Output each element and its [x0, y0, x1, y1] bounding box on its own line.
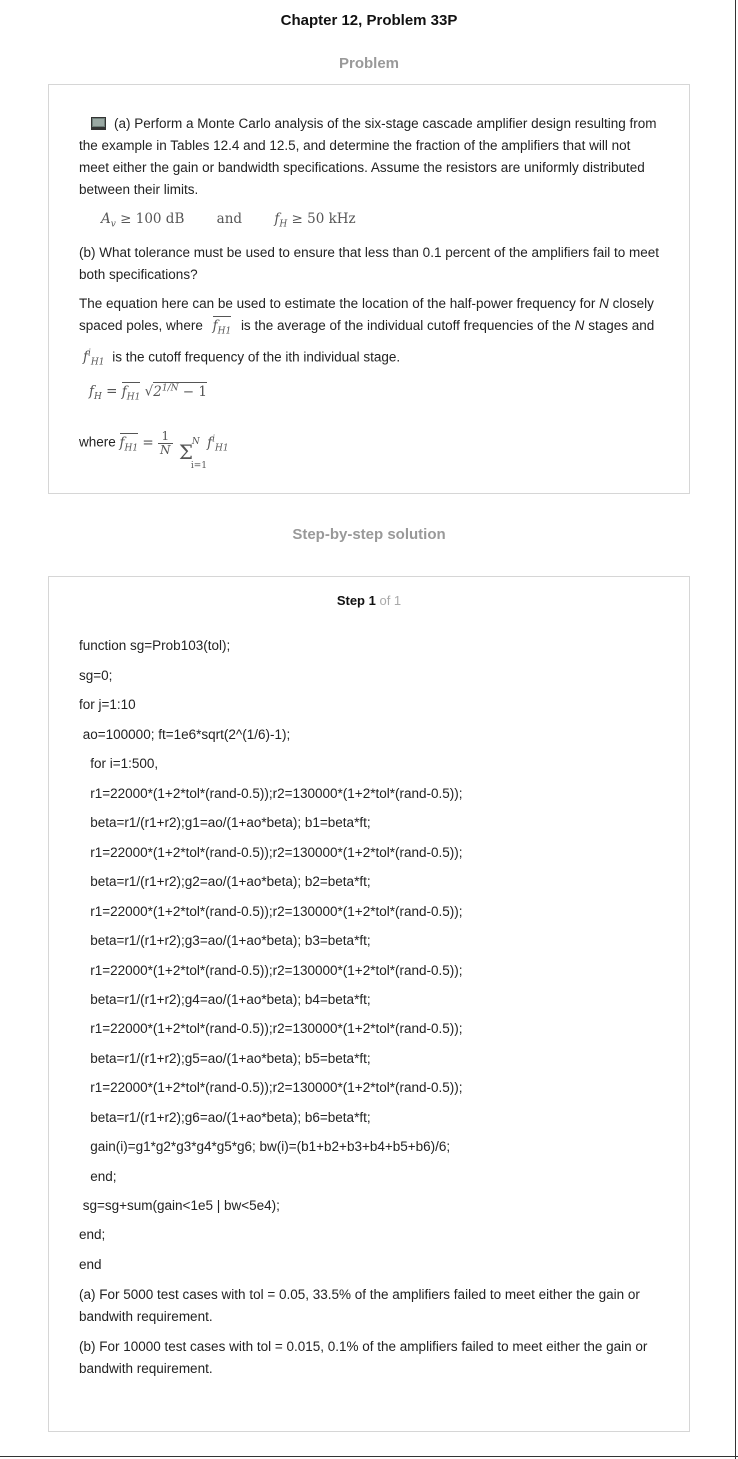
solution-section-label: Step-by-step solution — [292, 526, 446, 543]
code-line: beta=r1/(r1+r2);g3=ao/(1+ao*beta); b3=be… — [79, 933, 371, 948]
eq-intro-n2: N — [574, 318, 585, 333]
code-line: for i=1:500, — [79, 756, 159, 771]
code-line: gain(i)=g1*g2*g3*g4*g5*g6; bw(i)=(b1+b2+… — [79, 1139, 451, 1154]
code-line: beta=r1/(r1+r2);g1=ao/(1+ao*beta); b1=be… — [79, 815, 371, 830]
code-line: r1=22000*(1+2*tol*(rand-0.5));r2=130000*… — [79, 786, 463, 801]
solution-box: Step 1 of 1 function sg=Prob103(tol); sg… — [48, 576, 690, 1432]
eq-intro-part4: stages and — [588, 318, 655, 333]
average-formula: fH1 = 1N Σ Ni=1 fiH1 — [119, 428, 229, 471]
code-line: for j=1:10 — [79, 697, 136, 712]
code-line: beta=r1/(r1+r2);g5=ao/(1+ao*beta); b5=be… — [79, 1051, 371, 1066]
where-label: where — [79, 434, 116, 450]
problem-part-a-text: (a) Perform a Monte Carlo analysis of th… — [79, 116, 657, 197]
gain-spec-value: 100 dB — [135, 211, 185, 227]
code-line: beta=r1/(r1+r2);g4=ao/(1+ao*beta); b4=be… — [79, 992, 371, 1007]
eq-intro-part3: is the average of the individual cutoff … — [240, 318, 571, 333]
code-line: r1=22000*(1+2*tol*(rand-0.5));r2=130000*… — [79, 1021, 463, 1036]
problem-box: (a) Perform a Monte Carlo analysis of th… — [48, 84, 690, 494]
code-line: function sg=Prob103(tol); — [79, 638, 231, 653]
fh1-i-symbol: fiH1 — [83, 348, 105, 368]
step-count: of 1 — [379, 593, 402, 608]
eq-intro-n1: N — [599, 296, 609, 311]
page-right-border — [735, 0, 736, 1459]
problem-section-label: Problem — [338, 55, 399, 72]
half-power-equation: fH = fH1 √21/N − 1 — [89, 381, 207, 403]
code-line: sg=sg+sum(gain<1e5 | bw<5e4); — [79, 1198, 280, 1213]
step-label: Step 1 — [336, 593, 376, 608]
code-line: end — [79, 1257, 102, 1272]
code-line: sg=0; — [79, 668, 113, 683]
bw-spec-value: 50 kHz — [307, 211, 356, 227]
book-icon — [91, 115, 106, 130]
eq-intro-part1: The equation here can be used to estimat… — [79, 296, 596, 311]
code-line: r1=22000*(1+2*tol*(rand-0.5));r2=130000*… — [79, 904, 463, 919]
page-bottom-border — [0, 1456, 738, 1457]
average-equation: where fH1 = 1N Σ Ni=1 fiH1 — [79, 423, 229, 471]
code-line: ao=100000; ft=1e6*sqrt(2^(1/6)-1); — [79, 727, 291, 742]
problem-equation-intro: The equation here can be used to estimat… — [79, 293, 664, 374]
code-line: beta=r1/(r1+r2);g2=ao/(1+ao*beta); b2=be… — [79, 874, 371, 889]
code-line: r1=22000*(1+2*tol*(rand-0.5));r2=130000*… — [79, 845, 463, 860]
eq-intro-part5: is the cutoff frequency of the ith indiv… — [112, 349, 401, 365]
problem-part-b: (b) What tolerance must be used to ensur… — [79, 245, 660, 282]
answer-part-b: (b) For 10000 test cases with tol = 0.01… — [79, 1339, 648, 1376]
page-title: Chapter 12, Problem 33P — [280, 12, 458, 29]
code-line: end; — [79, 1169, 117, 1184]
code-line: r1=22000*(1+2*tol*(rand-0.5));r2=130000*… — [79, 1080, 463, 1095]
answer-part-a: (a) For 5000 test cases with tol = 0.05,… — [79, 1287, 640, 1324]
spec-equation: Av ≥ 100 dB and fH ≥ 50 kHz — [101, 211, 356, 230]
fh1-bar-symbol: fH1 — [212, 316, 232, 337]
code-line: end; — [79, 1227, 106, 1242]
problem-part-a: (a) Perform a Monte Carlo analysis of th… — [79, 113, 664, 201]
step-heading: Step 1 of 1 — [49, 593, 689, 608]
spec-and: and — [216, 211, 243, 227]
code-line: beta=r1/(r1+r2);g6=ao/(1+ao*beta); b6=be… — [79, 1110, 371, 1125]
code-line: r1=22000*(1+2*tol*(rand-0.5));r2=130000*… — [79, 963, 463, 978]
